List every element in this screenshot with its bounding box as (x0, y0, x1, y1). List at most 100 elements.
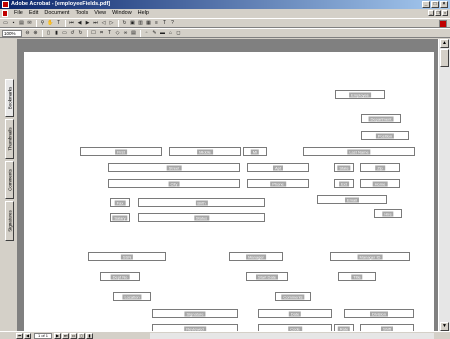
open-icon[interactable]: ▭ (2, 20, 9, 27)
form-field[interactable]: Reviewed (152, 324, 238, 331)
page-size-button[interactable]: ▭ (70, 332, 78, 339)
form-field[interactable]: State (334, 163, 354, 172)
form-field[interactable]: Status (138, 213, 265, 222)
fit-page-icon[interactable]: ▣ (129, 20, 136, 27)
email-icon[interactable]: ✉ (26, 20, 33, 27)
form-field[interactable]: City (108, 179, 240, 188)
form-field[interactable]: Manager ID (330, 252, 410, 261)
zoom-field[interactable]: 100% (2, 29, 22, 37)
save-icon[interactable]: ▪ (10, 20, 17, 27)
scroll-up-button[interactable]: ▲ (440, 39, 449, 48)
form-field[interactable]: Middle (169, 147, 241, 156)
text-tool-icon[interactable]: T (161, 20, 168, 27)
form-field[interactable]: Comments (275, 292, 311, 301)
form-field[interactable]: Date (258, 309, 332, 318)
menu-tools[interactable]: Tools (72, 9, 91, 18)
previous-page-button[interactable]: ◀ (24, 332, 31, 339)
tab-bookmarks[interactable]: Bookmarks (5, 79, 14, 117)
menu-window[interactable]: Window (109, 9, 135, 18)
doc-close-button[interactable]: × (442, 10, 448, 16)
form-field[interactable]: MI (243, 147, 267, 156)
acrobat-logo-icon[interactable] (439, 20, 447, 28)
go-forward-icon[interactable]: ▷ (108, 20, 115, 27)
document-icon[interactable] (2, 10, 8, 17)
menu-edit[interactable]: Edit (26, 9, 41, 18)
document-view[interactable]: Employee Department Position First Middl… (18, 39, 438, 331)
form-field[interactable]: Dept No (100, 272, 140, 281)
form-field[interactable]: Title (338, 272, 376, 281)
form-field[interactable]: Start Date (246, 272, 288, 281)
first-page-icon[interactable]: ⏮ (68, 20, 75, 27)
pencil-tool-icon[interactable]: ✎ (151, 30, 158, 37)
hand-tool-icon[interactable]: ✋ (47, 20, 54, 27)
doc-restore-button[interactable]: ❐ (435, 10, 441, 16)
link-tool-icon[interactable]: ∞ (122, 30, 129, 37)
vertical-scrollbar[interactable]: ▲ ▼ (438, 39, 450, 331)
go-back-icon[interactable]: ◁ (100, 20, 107, 27)
minimize-button[interactable]: _ (422, 1, 430, 8)
form-field[interactable]: Last Name (303, 147, 415, 156)
form-field[interactable]: Position (361, 131, 409, 140)
form-field[interactable]: Birth (138, 198, 265, 207)
form-field[interactable]: Code (258, 324, 332, 331)
form-field[interactable]: Department (361, 114, 401, 123)
form-field[interactable]: Hire (374, 209, 402, 218)
page-indicator[interactable]: 1 of 1 (34, 332, 53, 339)
search-icon[interactable]: ⚲ (39, 20, 46, 27)
form-field[interactable]: Division (344, 309, 414, 318)
zoom-out-icon[interactable]: ⊖ (24, 30, 31, 37)
next-page-icon[interactable]: ▶ (84, 20, 91, 27)
form-field[interactable]: First (80, 147, 162, 156)
graphics-tool-icon[interactable]: ◻ (175, 30, 182, 37)
rotate-right-icon[interactable]: ↻ (77, 30, 84, 37)
note-tool-icon[interactable]: ▫ (143, 30, 150, 37)
tab-comments[interactable]: Comments (5, 161, 14, 199)
scroll-thumb[interactable] (440, 49, 449, 67)
highlight-tool-icon[interactable]: ▬ (159, 30, 166, 37)
crop-tool-icon[interactable]: ⌗ (98, 30, 105, 37)
menu-document[interactable]: Document (41, 9, 72, 18)
tab-signatures[interactable]: Signatures (5, 201, 14, 241)
form-field[interactable]: Home (360, 179, 400, 188)
continuous-icon[interactable]: ▮ (53, 30, 60, 37)
horizontal-scrollbar[interactable] (150, 333, 434, 339)
form-field[interactable]: Manager (229, 252, 283, 261)
form-field[interactable]: Apt (247, 163, 309, 172)
tab-thumbnails[interactable]: Thumbnails (5, 119, 14, 159)
close-button[interactable]: × (440, 1, 448, 8)
zoom-in-icon[interactable]: ⊕ (32, 30, 39, 37)
form-field[interactable]: Shift (360, 324, 414, 331)
scroll-down-button[interactable]: ▼ (440, 322, 449, 331)
actual-size-icon[interactable]: ▦ (145, 20, 152, 27)
form-field[interactable]: Employee (335, 90, 385, 99)
form-field[interactable]: Zip (360, 163, 400, 172)
previous-page-icon[interactable]: ◀ (76, 20, 83, 27)
form-field[interactable]: Phone (247, 179, 309, 188)
acrobat-app-icon[interactable] (2, 1, 9, 8)
layout-single-button[interactable]: ▯ (78, 332, 86, 339)
stamp-tool-icon[interactable]: ⌂ (167, 30, 174, 37)
help-icon[interactable]: ? (169, 20, 176, 27)
form-field[interactable]: Salary (110, 213, 130, 222)
touchup-object-icon[interactable]: ◇ (114, 30, 121, 37)
facing-icon[interactable]: ▭ (61, 30, 68, 37)
layout-continuous-button[interactable]: ▮ (86, 332, 94, 339)
form-field[interactable]: Location (113, 292, 151, 301)
last-page-icon[interactable]: ⏭ (92, 20, 99, 27)
print-icon[interactable]: ▤ (18, 20, 25, 27)
form-field[interactable]: Fax (110, 198, 130, 207)
menu-help[interactable]: Help (135, 9, 152, 18)
first-page-button[interactable]: ⏮ (16, 332, 23, 339)
next-page-button[interactable]: ▶ (54, 332, 62, 339)
fit-width-icon[interactable]: ▥ (137, 20, 144, 27)
form-field[interactable]: Rate (334, 324, 354, 331)
rotate-left-icon[interactable]: ↺ (69, 30, 76, 37)
form-field[interactable]: Signature (152, 309, 238, 318)
reflow-icon[interactable]: ≡ (153, 20, 160, 27)
menu-file[interactable]: File (11, 9, 26, 18)
form-field[interactable]: Email (317, 195, 387, 204)
doc-minimize-button[interactable]: _ (428, 10, 434, 16)
select-text-icon[interactable]: T (55, 20, 62, 27)
form-field[interactable]: Street (108, 163, 240, 172)
maximize-button[interactable]: □ (431, 1, 439, 8)
